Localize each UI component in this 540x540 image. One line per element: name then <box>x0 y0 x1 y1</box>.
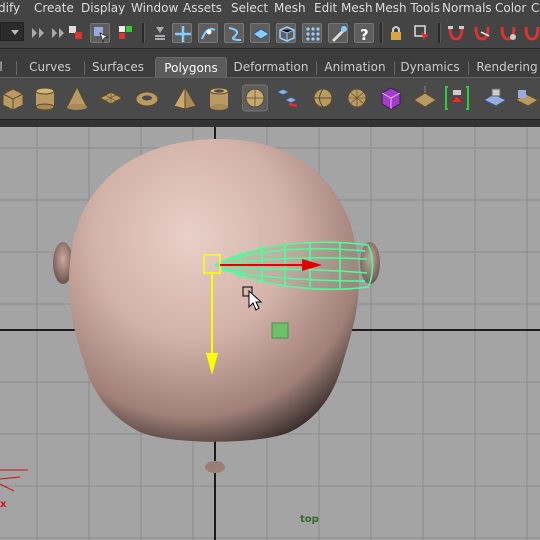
chin-nub <box>205 461 225 473</box>
svg-text:?: ? <box>360 26 369 44</box>
head-mesh <box>68 138 359 442</box>
tab-surfaces[interactable]: Surfaces <box>88 57 148 77</box>
menu-assets[interactable]: Assets <box>183 1 222 15</box>
menu-modify[interactable]: dify <box>0 1 20 15</box>
render-settings-icon[interactable] <box>498 23 518 43</box>
append-icon[interactable] <box>514 84 540 112</box>
extrude-icon[interactable] <box>444 84 470 112</box>
select-object-icon[interactable] <box>90 23 110 44</box>
poly-soccer-ball-icon[interactable] <box>241 84 269 112</box>
viewport-scene: x <box>0 127 540 540</box>
menu-create[interactable]: Create <box>34 1 74 15</box>
menu-window[interactable]: Window <box>131 1 178 15</box>
mode-dropdown-icon[interactable] <box>0 22 24 41</box>
viewport-top[interactable]: x top <box>0 127 540 540</box>
combine-icon[interactable] <box>275 84 301 112</box>
status-line: ? <box>0 18 540 48</box>
poly-cylinder-icon[interactable] <box>32 84 58 112</box>
menu-mesh-tools[interactable]: Mesh Tools <box>375 1 440 15</box>
history-lock-icon[interactable] <box>386 23 406 43</box>
hypershade-icon[interactable] <box>522 23 540 43</box>
polygons-shelf <box>0 77 540 120</box>
lock-selection-icon[interactable] <box>150 23 170 43</box>
poly-plane-icon[interactable] <box>98 84 124 112</box>
tab-dynamics[interactable]: Dynamics <box>400 57 460 77</box>
render-icon[interactable] <box>446 23 466 43</box>
tab-deformation[interactable]: Deformation <box>232 57 310 77</box>
snap-grid-icon[interactable] <box>172 23 192 43</box>
separate-icon[interactable] <box>310 84 336 112</box>
select-hierarchy-icon[interactable] <box>66 23 86 43</box>
tab-animation[interactable]: Animation <box>322 57 388 77</box>
menu-display[interactable]: Display <box>81 1 125 15</box>
tab-general[interactable]: l <box>0 57 10 77</box>
menu-normals[interactable]: Normals <box>442 1 492 15</box>
smooth-icon[interactable] <box>344 84 370 112</box>
snap-curve-icon[interactable] <box>198 23 218 43</box>
boolean-icon[interactable] <box>378 84 404 112</box>
select-highlight-icon[interactable] <box>412 23 432 43</box>
snap-point-icon[interactable] <box>224 23 244 43</box>
menu-color[interactable]: Color <box>495 1 526 15</box>
tab-rendering[interactable]: Rendering <box>474 57 540 77</box>
tab-curves[interactable]: Curves <box>22 57 78 77</box>
shelf-tabs: l Curves Surfaces Polygons Deformation A… <box>0 48 540 78</box>
mirror-icon[interactable] <box>412 84 438 112</box>
collapse-arrow-icon[interactable] <box>48 23 68 43</box>
ipr-render-icon[interactable] <box>472 23 492 43</box>
help-icon[interactable]: ? <box>354 23 374 44</box>
component-marker <box>271 322 289 339</box>
tab-polygons[interactable]: Polygons <box>155 57 227 78</box>
paint-snap-icon[interactable] <box>328 23 348 43</box>
poly-cone-icon[interactable] <box>64 84 90 112</box>
bridge-icon[interactable] <box>482 84 508 112</box>
poly-cube-icon[interactable] <box>0 84 26 112</box>
axis-gizmo <box>0 469 28 492</box>
main-menu-bar: dify Create Display Window Assets Select… <box>0 0 540 18</box>
menu-more[interactable]: C <box>531 1 539 15</box>
select-component-icon[interactable] <box>116 23 136 43</box>
snap-mesh-icon[interactable] <box>302 23 322 43</box>
menu-edit-mesh[interactable]: Edit Mesh <box>314 1 373 15</box>
poly-torus-icon[interactable] <box>134 84 160 112</box>
make-live-icon[interactable] <box>276 23 296 43</box>
poly-pipe-icon[interactable] <box>206 84 232 112</box>
poly-pyramid-icon[interactable] <box>172 84 198 112</box>
axis-gizmo-x-label: x <box>0 499 7 510</box>
menu-select[interactable]: Select <box>231 1 268 15</box>
menu-mesh[interactable]: Mesh <box>274 1 306 15</box>
collapse-arrow-icon[interactable] <box>28 23 48 43</box>
snap-view-plane-icon[interactable] <box>250 23 270 43</box>
camera-label: top <box>300 514 319 525</box>
